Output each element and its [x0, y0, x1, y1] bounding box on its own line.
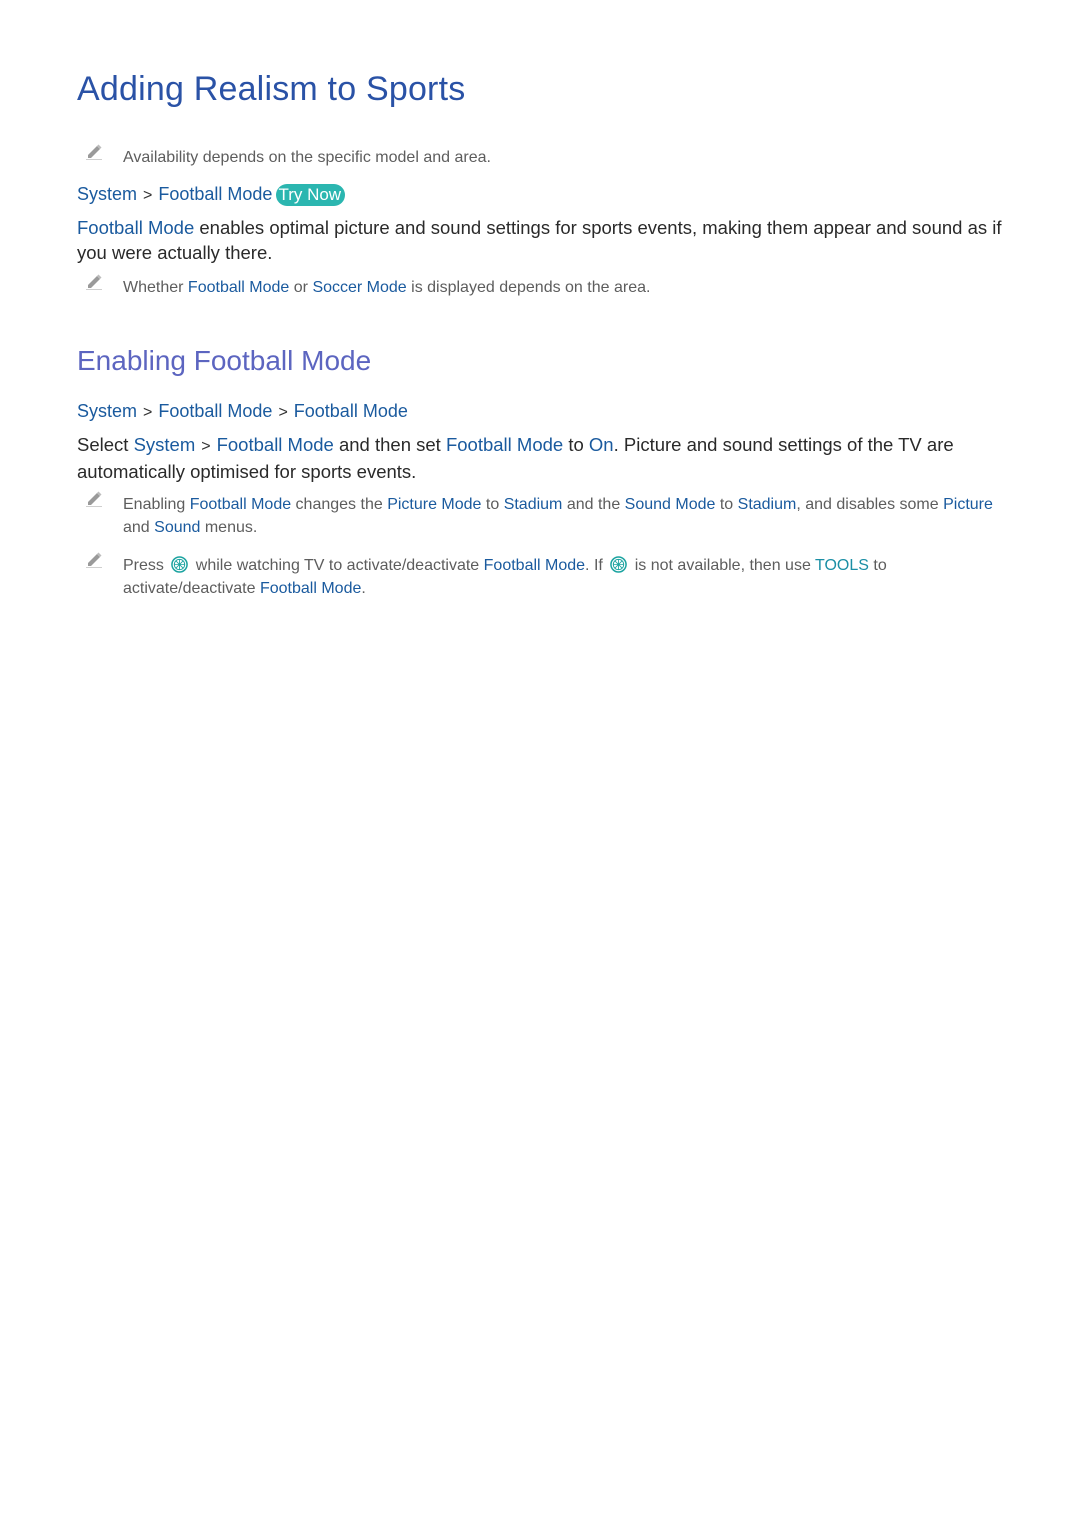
pencil-icon: [86, 144, 102, 160]
football-button-icon: [171, 556, 189, 573]
path-item-system[interactable]: System: [77, 401, 137, 421]
pencil-icon: [86, 552, 102, 568]
chevron-right-icon: >: [278, 404, 288, 421]
path-item-football-mode[interactable]: Football Mode: [158, 401, 272, 421]
pencil-icon: [86, 274, 102, 290]
pencil-icon: [86, 491, 102, 507]
chevron-right-icon: >: [143, 404, 153, 421]
chevron-right-icon: >: [143, 187, 153, 204]
paragraph-intro: Football Mode enables optimal picture an…: [77, 215, 1002, 265]
try-now-button[interactable]: Try Now: [276, 184, 346, 206]
paragraph-select: Select System > Football Mode and then set…: [77, 434, 954, 482]
path-item-football-mode[interactable]: Football Mode: [158, 184, 272, 204]
chevron-right-icon: >: [201, 438, 211, 455]
football-button-icon: [610, 556, 628, 573]
section-title: Enabling Football Mode: [77, 345, 372, 376]
note-text: Enabling Football Mode changes the Pictu…: [123, 496, 993, 536]
path-item-system[interactable]: System: [77, 184, 137, 204]
keyword-football-mode: Football Mode: [77, 217, 195, 238]
menu-path-1: System > Football Mode Try Now: [77, 182, 346, 208]
page-title: Adding Realism to Sports: [77, 70, 466, 108]
menu-path-2: System > Football Mode > Football Mode: [77, 399, 408, 425]
note-text: Whether Football Mode or Soccer Mode is …: [123, 279, 651, 296]
path-item-football-mode-setting[interactable]: Football Mode: [294, 401, 408, 421]
paragraph-text: enables optimal picture and sound settin…: [77, 217, 1002, 263]
note-text: Availability depends on the specific mod…: [123, 149, 491, 166]
note-text: Press while watching TV to activate/deac…: [123, 556, 887, 597]
